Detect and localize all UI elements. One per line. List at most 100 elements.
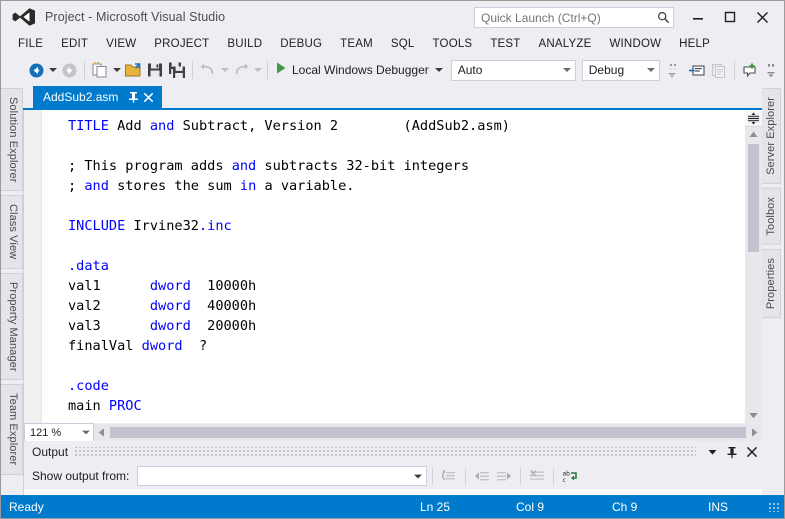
menu-tools[interactable]: TOOLS (424, 35, 482, 54)
code-keyword: dword (150, 318, 191, 334)
undo-dropdown-icon (219, 59, 230, 81)
close-icon[interactable] (742, 442, 762, 462)
step-into-icon (664, 59, 686, 81)
save-icon[interactable] (144, 59, 166, 81)
menu-sql[interactable]: SQL (382, 35, 424, 54)
toolbar-separator (267, 61, 268, 79)
dock-tab-server-explorer[interactable]: Server Explorer (762, 88, 781, 184)
menu-team[interactable]: TEAM (331, 35, 382, 54)
new-item-dropdown-icon[interactable] (111, 59, 122, 81)
horizontal-scrollbar-thumb[interactable] (110, 427, 746, 438)
code-keyword: dword (150, 278, 191, 294)
toolbar-overflow-icon[interactable] (761, 59, 783, 81)
menu-file[interactable]: FILE (9, 35, 52, 54)
code-keyword: PROC (109, 398, 142, 414)
quick-launch-box[interactable] (474, 7, 674, 28)
output-toolbar-separator (465, 468, 466, 485)
close-icon[interactable] (141, 89, 156, 105)
scroll-left-arrow-icon[interactable] (94, 424, 109, 441)
close-button[interactable] (746, 4, 778, 30)
code-text: ? (183, 338, 208, 354)
navigate-back-dropdown-icon[interactable] (47, 59, 58, 81)
open-file-icon[interactable] (122, 59, 144, 81)
dock-tab-class-view[interactable]: Class View (1, 195, 23, 268)
code-text-area[interactable]: TITLE Add and Subtract, Version 2 (AddSu… (42, 110, 745, 423)
scroll-up-arrow-icon[interactable] (745, 127, 762, 142)
dock-tab-property-manager[interactable]: Property Manager (1, 273, 23, 381)
quick-launch-input[interactable] (475, 11, 653, 25)
output-drag-grip[interactable] (74, 447, 696, 457)
scroll-right-arrow-icon[interactable] (747, 424, 762, 441)
dock-tab-team-explorer[interactable]: Team Explorer (1, 384, 23, 474)
title-bar: Project - Microsoft Visual Studio (1, 1, 784, 33)
toolbar-separator (734, 61, 735, 79)
menu-build[interactable]: BUILD (218, 35, 271, 54)
status-column: Col 9 (516, 500, 612, 514)
show-output-from-combobox[interactable] (137, 466, 427, 486)
code-keyword: .data (68, 258, 109, 274)
dock-tab-solution-explorer[interactable]: Solution Explorer (1, 88, 23, 191)
navigate-forward-icon (58, 59, 80, 81)
editor-horizontal-scrollbar[interactable] (94, 424, 762, 441)
editor-vertical-scrollbar[interactable] (745, 110, 762, 423)
split-editor-icon[interactable] (745, 110, 762, 127)
toggle-word-wrap-icon (526, 466, 548, 487)
add-bookmark-icon[interactable] (739, 59, 761, 81)
zoom-level-value: 121 % (30, 427, 61, 439)
chevron-down-icon[interactable] (78, 430, 93, 435)
visual-studio-logo-icon (11, 6, 37, 28)
configuration-combobox[interactable]: Debug (582, 60, 660, 81)
platform-combobox[interactable]: Auto (451, 60, 576, 81)
menu-edit[interactable]: EDIT (52, 35, 97, 54)
status-line: Ln 25 (420, 500, 516, 514)
left-dock-strip: Solution Explorer Class View Property Ma… (1, 84, 23, 495)
new-item-icon[interactable] (89, 59, 111, 81)
menu-help[interactable]: HELP (670, 35, 719, 54)
document-tab-addsub2[interactable]: AddSub2.asm (33, 86, 162, 108)
menu-test[interactable]: TEST (481, 35, 529, 54)
output-toolbar-separator (432, 468, 433, 485)
dock-tab-properties[interactable]: Properties (762, 249, 781, 318)
zoom-level-combobox[interactable]: 121 % (24, 423, 94, 441)
chevron-down-icon[interactable] (559, 67, 575, 73)
pin-icon[interactable] (126, 89, 141, 105)
menu-debug[interactable]: DEBUG (271, 35, 331, 54)
navigate-back-icon[interactable] (25, 59, 47, 81)
minimize-button[interactable] (682, 4, 714, 30)
menu-window[interactable]: WINDOW (600, 35, 670, 54)
local-windows-debugger-button[interactable]: Local Windows Debugger (272, 59, 434, 81)
chevron-down-icon[interactable] (410, 474, 426, 479)
menu-view[interactable]: VIEW (97, 35, 145, 54)
code-text: Irvine32 (125, 218, 199, 234)
resize-grip-icon[interactable] (768, 502, 780, 512)
maximize-button[interactable] (714, 4, 746, 30)
code-text: a variable. (256, 178, 354, 194)
code-text: ; (68, 178, 84, 194)
vertical-scrollbar-thumb[interactable] (748, 144, 759, 252)
standard-toolbar: Local Windows Debugger Auto Debug (1, 56, 784, 84)
dock-tab-toolbox[interactable]: Toolbox (762, 188, 781, 245)
code-keyword: TITLE (68, 118, 109, 134)
menu-project[interactable]: PROJECT (145, 35, 218, 54)
scroll-down-arrow-icon[interactable] (745, 408, 762, 423)
pin-icon[interactable] (722, 442, 742, 462)
find-replace-icon[interactable]: ab c (559, 466, 581, 487)
run-play-icon (275, 61, 287, 80)
output-panel: Output (23, 441, 762, 495)
search-icon[interactable] (653, 11, 673, 24)
code-text: val2 (68, 298, 150, 314)
visual-studio-window: Project - Microsoft Visual Studio (0, 0, 785, 519)
save-all-icon[interactable] (166, 59, 188, 81)
run-dropdown-icon[interactable] (434, 59, 445, 81)
code-keyword: and (232, 158, 257, 174)
find-in-files-icon[interactable] (686, 59, 708, 81)
right-dock-strip: Server Explorer Toolbox Properties (762, 84, 784, 495)
menu-analyze[interactable]: ANALYZE (530, 35, 601, 54)
go-to-next-message-icon (493, 466, 515, 487)
code-keyword: dword (150, 298, 191, 314)
editor-indicator-margin (24, 110, 42, 423)
code-text: Add (109, 118, 150, 134)
chevron-down-icon[interactable] (643, 67, 659, 73)
chevron-down-icon[interactable] (702, 442, 722, 462)
source-code[interactable]: TITLE Add and Subtract, Version 2 (AddSu… (42, 116, 745, 416)
